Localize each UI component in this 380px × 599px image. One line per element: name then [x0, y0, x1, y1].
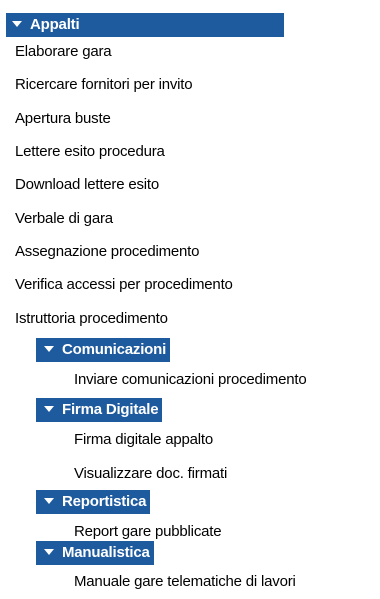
section-firma-digitale[interactable]: Firma Digitale — [36, 398, 163, 422]
menu-item-manuale-gare[interactable]: Manuale gare telematiche di lavori — [74, 565, 296, 599]
section-reportistica[interactable]: Reportistica — [36, 490, 151, 514]
section-label: Comunicazioni — [62, 341, 167, 358]
section-label: Appalti — [30, 16, 80, 33]
section-manualistica[interactable]: Manualistica — [36, 541, 154, 565]
chevron-down-icon — [44, 498, 54, 505]
menu-item-istruttoria[interactable]: Istruttoria procedimento — [15, 302, 168, 336]
chevron-down-icon — [44, 549, 54, 556]
menu-item-lettere-esito[interactable]: Lettere esito procedura — [15, 135, 165, 169]
chevron-down-icon — [44, 346, 54, 353]
menu-item-apertura-buste[interactable]: Apertura buste — [15, 102, 111, 136]
menu-item-verifica-accessi[interactable]: Verifica accessi per procedimento — [15, 268, 233, 302]
section-label: Reportistica — [62, 493, 147, 510]
navigation-menu: Appalti Elaborare gara Ricercare fornito… — [0, 0, 380, 591]
menu-item-ricercare-fornitori[interactable]: Ricercare fornitori per invito — [15, 68, 193, 102]
menu-item-firma-digitale-appalto[interactable]: Firma digitale appalto — [74, 423, 213, 457]
menu-item-elaborare-gara[interactable]: Elaborare gara — [15, 35, 112, 69]
chevron-down-icon — [44, 406, 54, 413]
chevron-down-icon — [12, 21, 22, 28]
menu-item-visualizzare-doc-firmati[interactable]: Visualizzare doc. firmati — [74, 457, 227, 491]
section-label: Manualistica — [62, 544, 150, 561]
menu-item-assegnazione[interactable]: Assegnazione procedimento — [15, 235, 199, 269]
menu-item-download-lettere[interactable]: Download lettere esito — [15, 168, 159, 202]
menu-item-verbale-gara[interactable]: Verbale di gara — [15, 202, 113, 236]
section-comunicazioni[interactable]: Comunicazioni — [36, 338, 171, 362]
section-label: Firma Digitale — [62, 401, 159, 418]
section-appalti[interactable]: Appalti — [6, 13, 284, 37]
menu-item-inviare-comunicazioni[interactable]: Inviare comunicazioni procedimento — [74, 363, 307, 397]
